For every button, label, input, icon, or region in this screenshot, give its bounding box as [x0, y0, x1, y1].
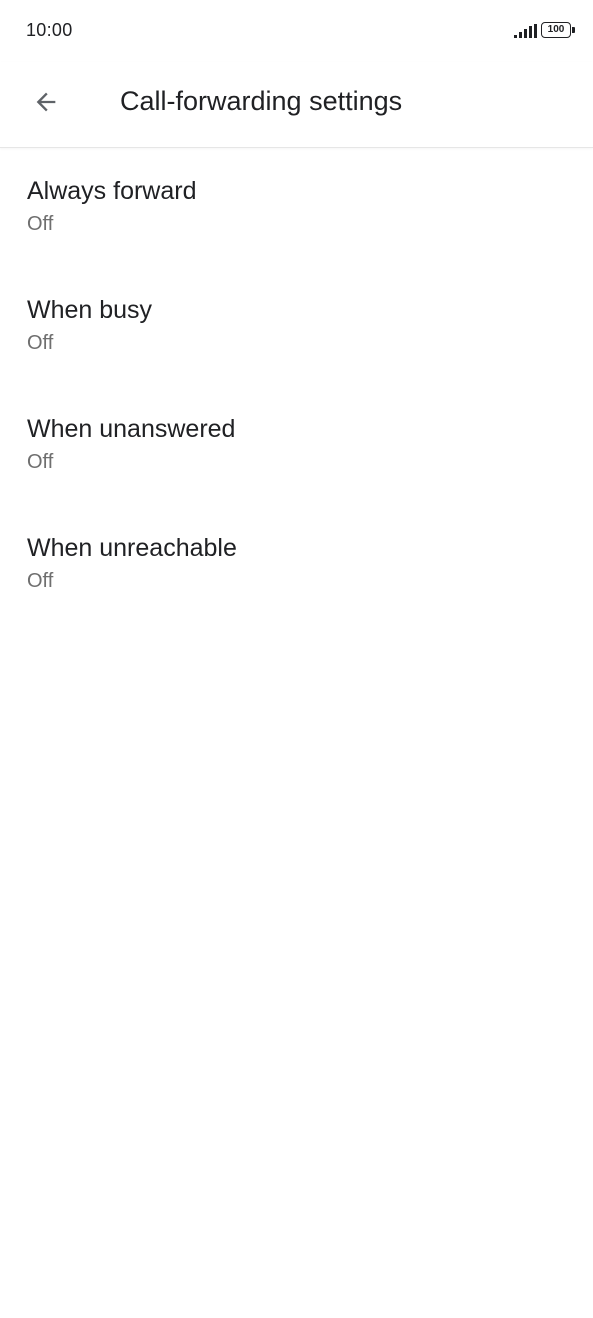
option-when-unanswered[interactable]: When unanswered Off [0, 386, 593, 505]
option-when-busy[interactable]: When busy Off [0, 267, 593, 386]
battery-icon: 100 [541, 22, 575, 38]
settings-list: Always forward Off When busy Off When un… [0, 148, 593, 624]
page-title: Call-forwarding settings [120, 86, 403, 116]
option-summary: Off [27, 451, 54, 473]
back-arrow-icon [36, 92, 56, 112]
option-always-forward[interactable]: Always forward Off [0, 148, 593, 267]
option-title: Always forward [27, 177, 197, 205]
back-button[interactable] [22, 78, 70, 126]
signal-icon [514, 24, 537, 38]
option-summary: Off [27, 332, 54, 354]
option-summary: Off [27, 213, 54, 235]
option-title: When busy [27, 296, 153, 324]
status-icons: 100 [514, 22, 575, 38]
option-summary: Off [27, 570, 54, 592]
battery-level: 100 [547, 24, 565, 35]
status-bar: 10:00 100 [0, 0, 593, 62]
option-when-unreachable[interactable]: When unreachable Off [0, 505, 593, 624]
status-time: 10:00 [26, 20, 73, 40]
app-bar: Call-forwarding settings [0, 62, 593, 148]
option-title: When unanswered [27, 415, 236, 443]
option-title: When unreachable [27, 534, 237, 562]
